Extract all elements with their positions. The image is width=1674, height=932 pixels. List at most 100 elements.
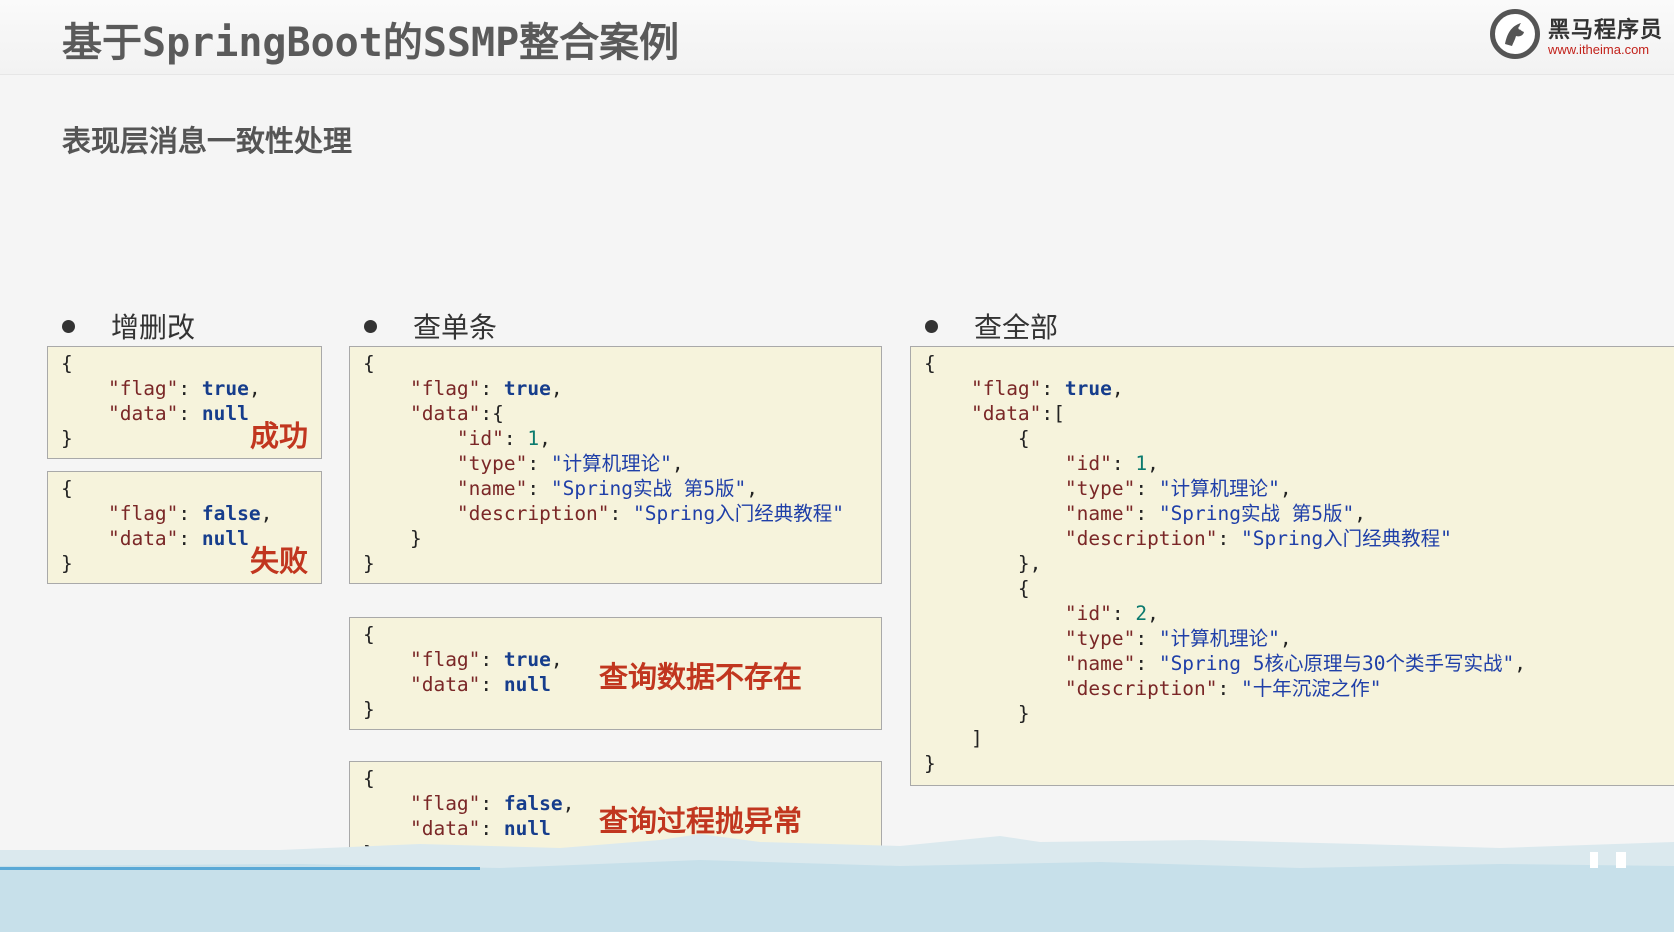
json-punct: } xyxy=(363,698,375,721)
json-punct xyxy=(61,527,108,550)
json-punct: { xyxy=(363,623,375,646)
json-punct: , xyxy=(1147,452,1159,475)
json-value: 1 xyxy=(1135,452,1148,475)
json-punct: : xyxy=(480,673,504,696)
json-punct: } xyxy=(363,552,375,575)
json-key: "type" xyxy=(456,452,528,475)
code-box-add-success: { "flag": true, "data": null } 成功 xyxy=(47,346,322,459)
json-punct xyxy=(363,377,410,400)
json-key: "type" xyxy=(1064,627,1136,650)
json-value: "计算机理论" xyxy=(1158,477,1280,500)
json-code: { "flag": true, "data":{ "id": 1, "type"… xyxy=(363,351,844,576)
json-punct: , xyxy=(1279,477,1292,500)
logo-text: 黑马程序员 xyxy=(1548,18,1664,43)
json-value: "Spring入门经典教程" xyxy=(1241,527,1452,550)
json-punct xyxy=(924,377,971,400)
json-punct: }, xyxy=(924,552,1042,575)
json-key: "flag" xyxy=(409,792,481,815)
json-key: "data" xyxy=(107,527,179,550)
json-punct: : xyxy=(178,402,202,425)
slide-header: 基于SpringBoot的SSMP整合案例 黑马程序员 www.itheima.… xyxy=(0,0,1674,75)
json-punct xyxy=(924,602,1065,625)
bullet-label: 增删改 xyxy=(111,311,196,344)
json-value: false xyxy=(503,792,563,815)
json-value: "十年沉淀之作" xyxy=(1241,677,1382,700)
json-key: "name" xyxy=(1064,652,1136,675)
bullet-query-all: 查全部 xyxy=(925,306,1058,346)
json-punct xyxy=(924,452,1065,475)
json-value: null xyxy=(201,402,249,425)
json-punct: , xyxy=(1354,502,1366,525)
json-punct: , xyxy=(562,792,575,815)
json-punct: , xyxy=(550,377,563,400)
json-punct: } xyxy=(61,552,73,575)
json-key: "name" xyxy=(456,477,528,500)
json-punct xyxy=(61,402,108,425)
json-punct xyxy=(363,648,410,671)
json-key: "data" xyxy=(107,402,179,425)
json-punct: : xyxy=(609,502,634,525)
json-punct xyxy=(363,502,457,525)
json-value: "Spring实战 第5版" xyxy=(550,477,747,500)
json-punct: } xyxy=(363,527,422,550)
bullet-label: 查全部 xyxy=(974,311,1059,344)
json-punct xyxy=(924,627,1065,650)
json-punct: :{ xyxy=(480,402,504,425)
json-punct xyxy=(924,402,971,425)
json-key: "name" xyxy=(1064,502,1136,525)
json-value: true xyxy=(503,377,551,400)
section-subtitle: 表现层消息一致性处理 xyxy=(62,124,353,158)
json-value: "计算机理论" xyxy=(550,452,672,475)
json-punct: , xyxy=(671,452,684,475)
json-code: { "flag": true, "data":[ { "id": 1, "typ… xyxy=(924,351,1526,776)
json-key: "data" xyxy=(409,673,481,696)
code-box-get-all: { "flag": true, "data":[ { "id": 1, "typ… xyxy=(910,346,1674,786)
json-value: "Spring 5核心原理与30个类手写实战" xyxy=(1158,652,1515,675)
json-key: "flag" xyxy=(107,377,179,400)
json-punct xyxy=(61,377,108,400)
json-key: "id" xyxy=(456,427,504,450)
json-punct: , xyxy=(248,377,261,400)
json-key: "description" xyxy=(456,502,610,525)
json-punct: } xyxy=(924,702,1030,725)
json-key: "data" xyxy=(970,402,1042,425)
json-punct xyxy=(61,502,108,525)
bullet-dot-icon xyxy=(925,319,938,333)
json-punct: { xyxy=(61,477,73,500)
json-punct: : xyxy=(1217,527,1241,550)
json-punct: ] xyxy=(924,727,983,750)
json-key: "flag" xyxy=(409,377,481,400)
bullet-add-edit-delete: 增删改 xyxy=(62,306,195,346)
json-punct xyxy=(363,402,410,425)
json-punct xyxy=(924,527,1065,550)
json-value: "计算机理论" xyxy=(1158,627,1280,650)
brand-logo: 黑马程序员 www.itheima.com xyxy=(1488,6,1674,64)
json-key: "flag" xyxy=(409,648,481,671)
json-punct: : xyxy=(1217,677,1241,700)
json-key: "id" xyxy=(1064,602,1112,625)
json-punct: { xyxy=(61,352,73,375)
progress-bar-fill xyxy=(0,867,480,870)
json-key: "flag" xyxy=(107,502,179,525)
logo-url: www.itheima.com xyxy=(1548,42,1650,57)
json-punct: , xyxy=(539,427,551,450)
code-box-get-one: { "flag": true, "data":{ "id": 1, "type"… xyxy=(349,346,882,584)
json-value: false xyxy=(201,502,261,525)
bullet-label: 查单条 xyxy=(413,311,498,344)
json-value: null xyxy=(201,527,249,550)
json-value: 1 xyxy=(527,427,540,450)
bullet-dot-icon xyxy=(62,319,75,333)
json-key: "data" xyxy=(409,402,481,425)
json-value: true xyxy=(1064,377,1112,400)
code-box-get-one-null: { "flag": true, "data": null } 查询数据不存在 xyxy=(349,617,882,730)
json-punct: : xyxy=(1111,452,1136,475)
json-punct: { xyxy=(924,352,936,375)
json-punct xyxy=(363,477,457,500)
json-key: "type" xyxy=(1064,477,1136,500)
json-punct: , xyxy=(1514,652,1526,675)
json-key: "id" xyxy=(1064,452,1112,475)
json-punct: : xyxy=(503,427,528,450)
json-value: null xyxy=(503,673,551,696)
json-key: "description" xyxy=(1064,527,1218,550)
json-code: { "flag": true, "data": null } xyxy=(61,351,261,451)
